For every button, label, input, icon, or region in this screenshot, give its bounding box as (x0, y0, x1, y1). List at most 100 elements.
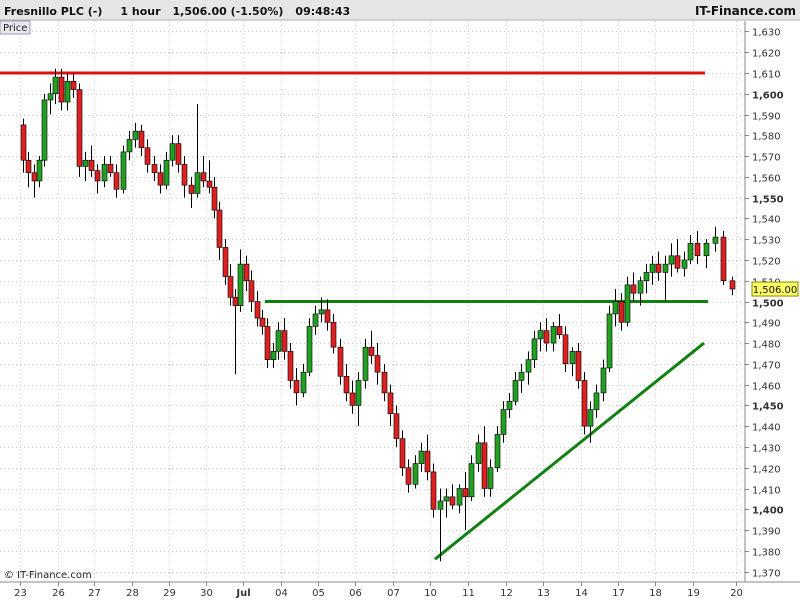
candle-body (518, 371, 525, 381)
candle-body (64, 80, 71, 103)
candle-body (300, 371, 307, 394)
candle-body (306, 326, 313, 373)
candle-body (82, 159, 89, 167)
y-tick-label: 1,370 (752, 569, 781, 580)
candle-body (94, 170, 101, 182)
y-tick-label: 1,450 (752, 402, 784, 413)
candle-body (362, 346, 369, 381)
candle-body (525, 359, 532, 373)
candle-body (506, 400, 513, 410)
y-tick-label: 1,520 (752, 257, 781, 268)
y-tick-label: 1,380 (752, 548, 781, 559)
candle-body (41, 99, 48, 161)
candle-body (368, 346, 375, 356)
x-tick-label: 19 (687, 588, 700, 599)
x-tick-label: 26 (52, 588, 65, 599)
candle-body (343, 375, 350, 394)
candle-body (243, 263, 250, 282)
candle-body (668, 255, 675, 265)
candle-body (418, 450, 425, 464)
candle-body (674, 255, 681, 269)
candle-body (206, 180, 213, 188)
price-panel-label: Price (3, 23, 27, 34)
candle-body (107, 164, 114, 173)
candle-body (581, 380, 588, 427)
x-tick-label: 20 (730, 588, 743, 599)
candle-body (47, 93, 54, 101)
candle-body (600, 367, 607, 394)
y-tick-label: 1,490 (752, 319, 781, 330)
y-tick-label: 1,540 (752, 215, 781, 226)
y-tick-label: 1,410 (752, 486, 781, 497)
x-tick-label: 05 (312, 588, 325, 599)
x-tick-label: 14 (575, 588, 588, 599)
candle-body (58, 76, 65, 103)
x-tick-label: 04 (275, 588, 288, 599)
candle-body (681, 259, 688, 269)
candle-body (618, 301, 625, 323)
candle-body (593, 392, 600, 410)
header-info: Fresnillo PLC (-) 1 hour 1,506.00 (-1.50%)… (4, 5, 350, 18)
candle-body (687, 243, 694, 261)
candle-body (52, 76, 59, 95)
y-tick-label: 1,440 (752, 423, 781, 434)
candle-body (637, 280, 644, 294)
candle-body (157, 172, 164, 186)
candle-body (355, 380, 362, 406)
candle-body (264, 326, 271, 360)
candle-body (126, 139, 133, 153)
candle-body (254, 301, 261, 319)
last-price: 1,506.00 (-1.50%) (173, 5, 284, 18)
y-tick-label: 1,610 (752, 70, 781, 81)
candle-body (227, 276, 234, 298)
candle-body (624, 284, 631, 323)
candle-body (70, 80, 77, 90)
candle-body (430, 471, 437, 510)
y-tick-label: 1,420 (752, 465, 781, 476)
candle-body (487, 467, 494, 489)
candle-body (575, 351, 582, 381)
candle-body (113, 172, 120, 190)
candle-body (720, 236, 727, 282)
candle-body (443, 496, 450, 502)
candle-body (151, 164, 158, 173)
candle-body (537, 330, 544, 340)
candle-body (531, 338, 538, 360)
candle-body (643, 272, 650, 282)
candle-body (337, 346, 344, 377)
y-tick-label: 1,430 (752, 444, 781, 455)
x-tick-label: 11 (462, 588, 475, 599)
candle-body (293, 380, 300, 394)
x-tick-label: 07 (387, 588, 400, 599)
candle-body (550, 326, 557, 344)
candle-body (181, 164, 188, 186)
y-tick-label: 1,500 (752, 299, 784, 310)
candle-body (194, 172, 201, 194)
x-tick-label: 13 (537, 588, 550, 599)
y-tick-label: 1,390 (752, 527, 781, 538)
brand-label: IT-Finance.com (695, 4, 796, 18)
candle-body (424, 450, 431, 473)
y-tick-label: 1,400 (752, 506, 784, 517)
candle-body (703, 243, 710, 257)
x-tick-label: 06 (349, 588, 362, 599)
candle-body (270, 351, 277, 360)
x-tick-label: 30 (200, 588, 213, 599)
candle-body (330, 321, 337, 348)
candle-body (259, 317, 266, 327)
candle-body (175, 143, 182, 165)
candle-body (76, 89, 83, 167)
header-time: 09:48:43 (295, 5, 350, 18)
y-tick-label: 1,630 (752, 28, 781, 39)
candle-body (232, 297, 239, 306)
x-tick-label: 12 (500, 588, 513, 599)
x-tick-label: 18 (649, 588, 662, 599)
y-tick-label: 1,560 (752, 174, 781, 185)
candle-body (324, 309, 331, 323)
candle-body (393, 413, 400, 439)
y-tick-label: 1,580 (752, 132, 781, 143)
candle-body (188, 184, 195, 194)
y-tick-label: 1,530 (752, 236, 781, 247)
candle-body (381, 371, 388, 394)
candle-body (287, 351, 294, 381)
